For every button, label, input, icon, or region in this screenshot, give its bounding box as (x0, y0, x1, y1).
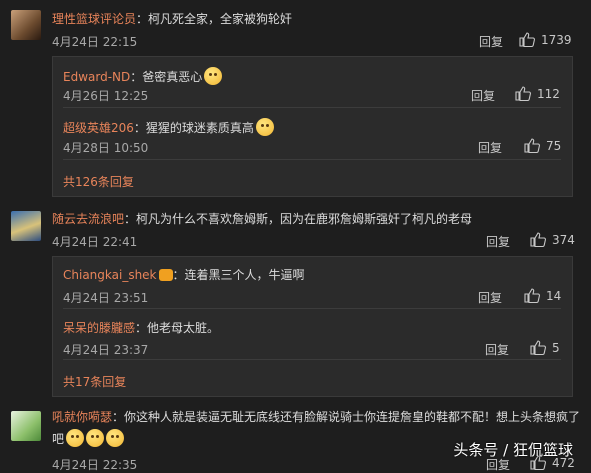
comment-date: 4月24日 22:41 (52, 235, 138, 249)
emoji-icon (66, 429, 85, 447)
thumbs-up-icon (519, 32, 535, 47)
thumbs-up-icon (524, 288, 540, 303)
thumbs-up-icon (515, 86, 531, 101)
reply-button[interactable]: 回复 (485, 341, 509, 358)
divider (63, 159, 561, 160)
comment-text: 柯凡死全家，全家被狗轮奸 (148, 12, 293, 26)
like-count: 14 (546, 288, 562, 303)
reply-text: 爸密真恶心 (142, 70, 203, 84)
reply-button[interactable]: 回复 (478, 289, 502, 306)
more-replies-link[interactable]: 共126条回复 (63, 173, 134, 190)
like-button[interactable]: 5 (530, 340, 560, 355)
more-replies-link[interactable]: 共17条回复 (63, 373, 126, 390)
reply-date: 4月28日 10:50 (63, 141, 149, 155)
reply-button[interactable]: 回复 (471, 87, 495, 104)
like-count: 5 (552, 340, 560, 355)
thumbs-up-icon (530, 232, 546, 247)
emoji-icon (106, 429, 125, 447)
reply-button[interactable]: 回复 (486, 233, 510, 250)
reply-author[interactable]: Edward-ND (63, 70, 130, 84)
reply-date: 4月26日 12:25 (63, 89, 149, 103)
reply-button[interactable]: 回复 (479, 33, 503, 50)
avatar[interactable] (11, 211, 41, 241)
avatar[interactable] (11, 10, 41, 40)
comment-author[interactable]: 吼就你嗬瑟 (52, 410, 112, 424)
reply-button[interactable]: 回复 (478, 139, 502, 156)
like-button[interactable]: 1739 (519, 32, 572, 47)
watermark: 头条号 / 狂侃篮球 (453, 441, 573, 459)
comment-text: 柯凡为什么不喜欢詹姆斯，因为在鹿邪詹姆斯强奸了柯凡的老母 (136, 212, 473, 226)
reply-date: 4月24日 23:37 (63, 343, 149, 357)
avatar[interactable] (11, 411, 41, 441)
like-button[interactable]: 374 (530, 232, 575, 247)
emoji-icon (255, 118, 274, 136)
reply-date: 4月24日 23:51 (63, 291, 149, 305)
comment-date: 4月24日 22:35 (52, 458, 138, 472)
like-button[interactable]: 112 (515, 86, 560, 101)
reply-box: Chiangkai_shek ：连着黑三个人，牛逼啊 4月24日 23:51 回复… (52, 256, 573, 397)
divider (63, 107, 561, 108)
reply-box: Edward-ND：爸密真恶心 4月26日 12:25 回复 112 超级英雄2… (52, 56, 573, 197)
thumbs-up-icon (524, 138, 540, 153)
thumbs-up-icon (530, 340, 546, 355)
divider (63, 359, 561, 360)
comment-author[interactable]: 随云去流浪吧 (52, 212, 124, 226)
like-button[interactable]: 75 (524, 138, 561, 153)
reply-author[interactable]: 呆呆的滕朧感 (63, 321, 135, 335)
reply-author[interactable]: 超级英雄206 (63, 121, 134, 135)
divider (63, 308, 561, 309)
like-count: 75 (546, 138, 562, 153)
emoji-icon (86, 429, 105, 447)
like-count: 112 (537, 86, 560, 101)
like-button[interactable]: 14 (524, 288, 561, 303)
like-count: 1739 (541, 32, 572, 47)
reply-text: 连着黑三个人，牛逼啊 (184, 268, 305, 282)
verified-badge-icon (158, 269, 173, 281)
like-count: 374 (552, 232, 575, 247)
reply-author[interactable]: Chiangkai_shek (63, 268, 157, 282)
reply-text: 猩猩的球迷素质真高 (145, 121, 254, 135)
comment-date: 4月24日 22:15 (52, 35, 138, 49)
reply-text: 他老母太脏。 (147, 321, 220, 335)
emoji-icon (204, 67, 223, 85)
comment-author[interactable]: 理性篮球评论员 (52, 12, 136, 26)
